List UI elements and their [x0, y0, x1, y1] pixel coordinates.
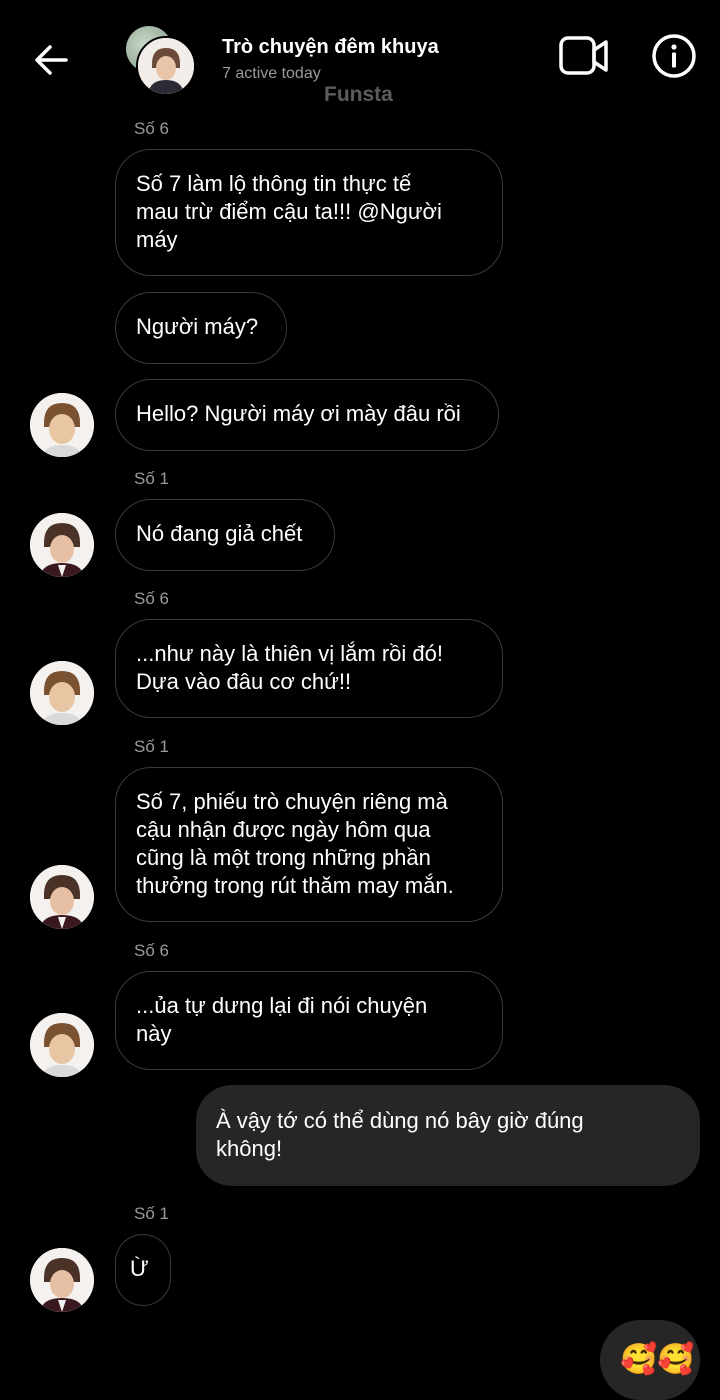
- message-bubble[interactable]: ...như này là thiên vị lắm rồi đó! Dựa v…: [115, 619, 503, 718]
- sender-name: Số 1: [134, 1204, 169, 1223]
- video-call-button[interactable]: [558, 34, 610, 78]
- info-icon: [652, 34, 696, 78]
- sender-name: Số 1: [134, 737, 169, 756]
- emoji-text: 🥰🥰: [620, 1343, 695, 1376]
- back-button[interactable]: [30, 38, 74, 82]
- avatar[interactable]: [30, 1248, 94, 1312]
- avatar[interactable]: [30, 513, 94, 577]
- video-camera-icon: [559, 36, 608, 75]
- message-bubble[interactable]: Nó đang giả chết: [115, 499, 335, 571]
- arrow-left-icon: [35, 45, 68, 75]
- sender-name: Số 1: [134, 469, 169, 488]
- sender-name: Số 6: [134, 941, 169, 960]
- avatar[interactable]: [30, 661, 94, 725]
- avatar[interactable]: [30, 865, 94, 929]
- message-bubble[interactable]: ...ủa tự dưng lại đi nói chuyện này: [115, 971, 503, 1070]
- message-bubble[interactable]: Hello? Người máy ơi mày đâu rồi: [115, 379, 499, 451]
- chat-title[interactable]: Trò chuyện đêm khuya: [222, 36, 439, 59]
- outgoing-message-bubble[interactable]: À vậy tớ có thể dùng nó bây giờ đúng khô…: [196, 1085, 700, 1186]
- group-avatar[interactable]: [126, 26, 196, 96]
- group-avatar-front: [136, 36, 196, 96]
- message-bubble[interactable]: Ừ: [115, 1234, 171, 1306]
- chat-header: Trò chuyện đêm khuya 7 active today Funs…: [0, 0, 720, 120]
- avatar[interactable]: [30, 1013, 94, 1077]
- outgoing-emoji-bubble[interactable]: 🥰🥰: [600, 1320, 700, 1400]
- message-bubble[interactable]: Số 7, phiếu trò chuyện riêng mà cậu nhận…: [115, 767, 503, 922]
- message-bubble[interactable]: Số 7 làm lộ thông tin thực tế mau trừ đi…: [115, 149, 503, 276]
- active-status: 7 active today: [222, 65, 321, 82]
- avatar[interactable]: [30, 393, 94, 457]
- message-bubble[interactable]: Người máy?: [115, 292, 287, 364]
- sender-name: Số 6: [134, 119, 169, 138]
- sender-name: Số 6: [134, 589, 169, 608]
- watermark: Funsta: [324, 83, 393, 106]
- info-button[interactable]: [651, 33, 697, 79]
